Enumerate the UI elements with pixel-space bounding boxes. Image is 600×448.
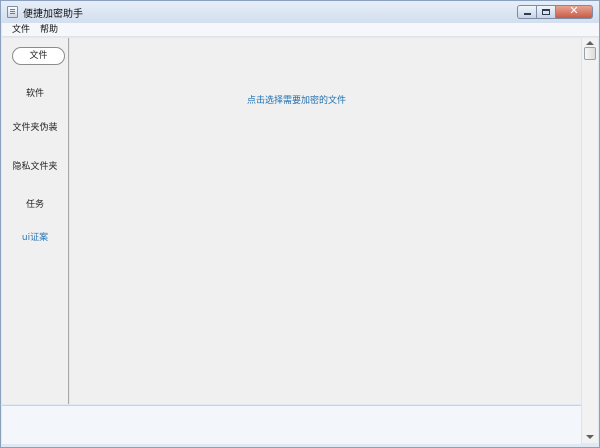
sidebar-item-folder-disguise[interactable]: 文件夹伪装 <box>2 120 68 133</box>
minimize-button[interactable] <box>517 5 536 19</box>
scroll-up-icon[interactable] <box>586 41 594 45</box>
scroll-thumb[interactable] <box>584 47 596 60</box>
menu-help[interactable]: 帮助 <box>35 23 63 37</box>
sidebar-item-private-folder[interactable]: 隐私文件夹 <box>2 159 68 172</box>
vertical-scrollbar[interactable] <box>581 38 598 443</box>
scroll-down-icon[interactable] <box>586 435 594 439</box>
select-file-link[interactable]: 点击选择需要加密的文件 <box>247 93 346 106</box>
main-content: 点击选择需要加密的文件 <box>70 38 581 404</box>
minimize-icon <box>524 13 531 15</box>
menu-bar: 文件 帮助 <box>2 23 599 37</box>
sidebar-nav: 文件 软件 文件夹伪装 隐私文件夹 任务 ui证案 <box>2 38 69 404</box>
window-title: 便捷加密助手 <box>23 9 83 20</box>
menu-file[interactable]: 文件 <box>2 23 35 37</box>
sidebar-item-ui-link[interactable]: ui证案 <box>2 230 68 243</box>
close-button[interactable]: ✕ <box>555 4 593 19</box>
window-controls: ✕ <box>517 4 593 19</box>
status-bar <box>2 405 581 444</box>
title-bar[interactable]: 便捷加密助手 ✕ <box>1 1 599 23</box>
sidebar-item-file[interactable]: 文件 <box>12 47 65 65</box>
maximize-button[interactable] <box>536 5 555 19</box>
sidebar-item-software[interactable]: 软件 <box>2 86 68 99</box>
app-window: 便捷加密助手 ✕ 文件 帮助 文件 软件 文件夹伪装 隐私文件夹 任务 ui证案… <box>0 0 600 448</box>
app-document-icon <box>7 6 18 18</box>
maximize-icon <box>542 9 550 15</box>
sidebar-item-task[interactable]: 任务 <box>2 197 68 210</box>
close-icon: ✕ <box>569 4 579 17</box>
